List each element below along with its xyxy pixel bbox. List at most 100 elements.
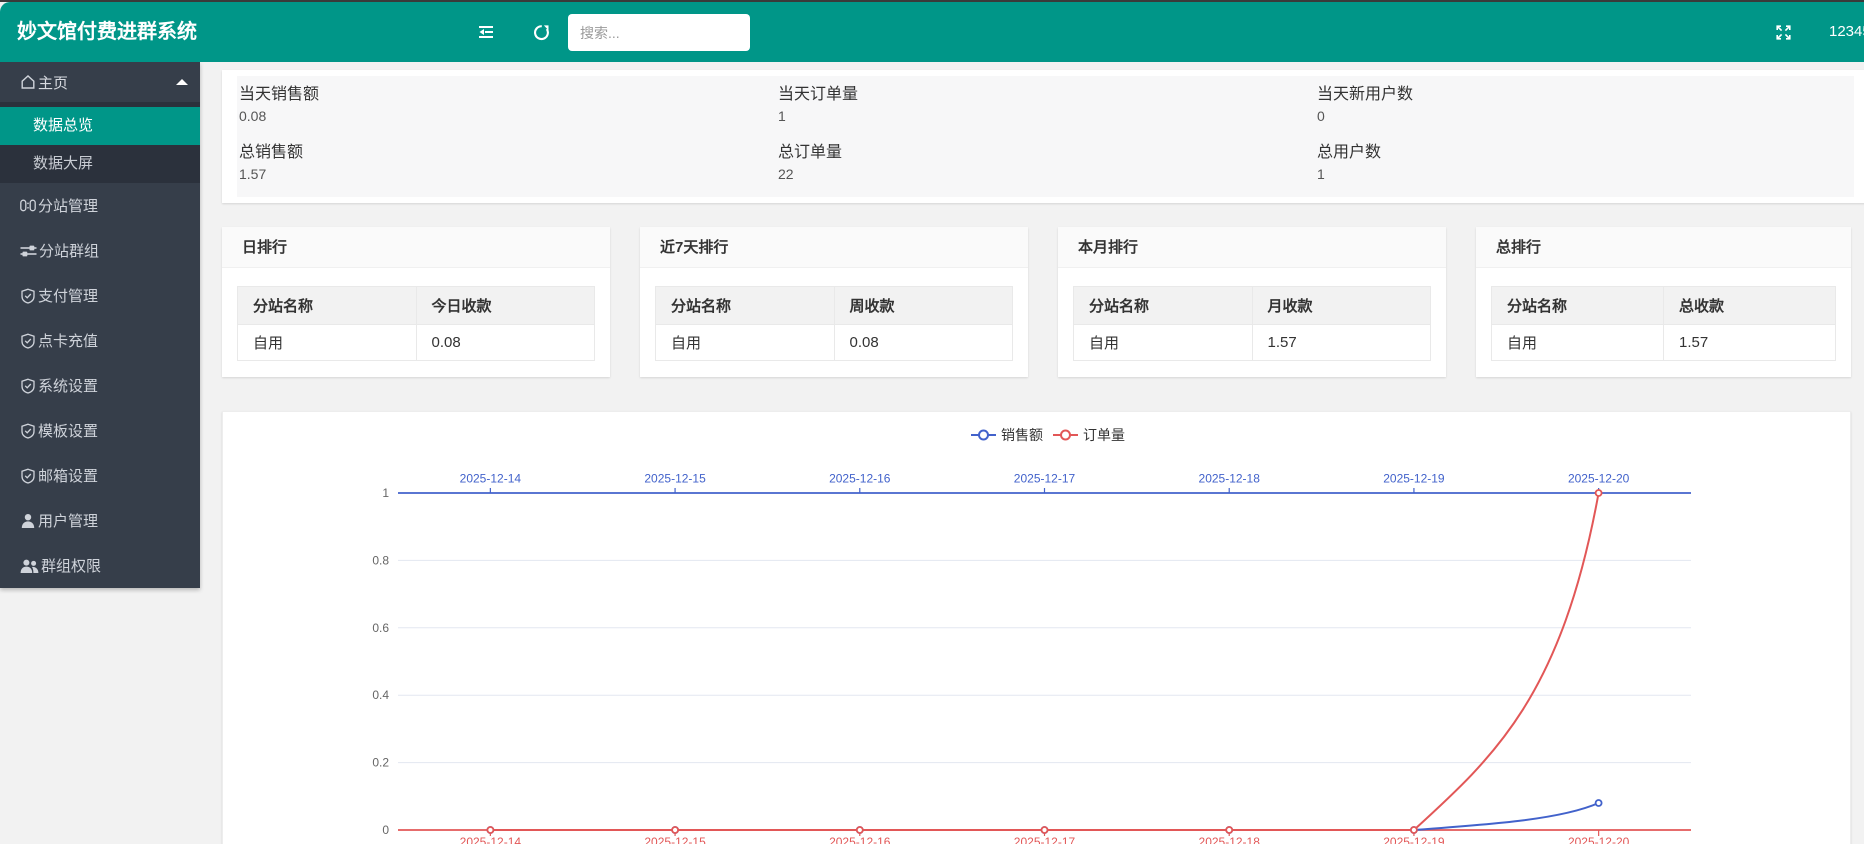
stat-label: 当天新用户数: [1317, 84, 1854, 106]
stat-label: 当天订单量: [778, 84, 1315, 106]
search-box: [568, 14, 750, 51]
sidebar-item-home[interactable]: 主页: [0, 62, 200, 102]
ranking-amount: 0.08: [416, 325, 595, 361]
stat-value: 22: [778, 164, 1315, 184]
sidebar-item-label: 分站群组: [39, 240, 99, 261]
stats-col-sales: 当天销售额 0.08 总销售额 1.57: [237, 76, 776, 197]
app-title: 妙文馆付费进群系统: [17, 2, 217, 62]
sidebar-submenu: 数据总览 数据大屏: [0, 102, 200, 183]
sidebar-item-substation-manage[interactable]: 分站管理: [0, 183, 200, 228]
svg-text:2025-12-18: 2025-12-18: [1199, 472, 1261, 486]
sidebar-item-substation-groups[interactable]: 分站群组: [0, 228, 200, 273]
shield-check-icon: [20, 378, 36, 394]
ranking-cards: 日排行分站名称今日收款自用0.08近7天排行分站名称周收款自用0.08本月排行分…: [222, 227, 1851, 377]
stat-label: 总用户数: [1317, 142, 1854, 164]
sidebar-item-data-overview[interactable]: 数据总览: [0, 107, 200, 145]
stat-value: 1: [778, 106, 1315, 126]
ranking-site-name: 自用: [1074, 325, 1253, 361]
ranking-card-body: 分站名称今日收款自用0.08: [222, 268, 610, 376]
ranking-card-body: 分站名称总收款自用1.57: [1476, 268, 1851, 376]
svg-text:2025-12-15: 2025-12-15: [644, 835, 706, 844]
ranking-card-body: 分站名称周收款自用0.08: [640, 268, 1028, 376]
stat-value: 0: [1317, 106, 1854, 126]
svg-text:2025-12-15: 2025-12-15: [644, 472, 706, 486]
svg-text:0: 0: [382, 823, 389, 837]
stat-label: 总销售额: [239, 142, 776, 164]
table-row[interactable]: 自用1.57: [1074, 325, 1431, 361]
svg-text:0.2: 0.2: [372, 756, 389, 770]
svg-text:2025-12-16: 2025-12-16: [829, 835, 891, 844]
svg-text:2025-12-17: 2025-12-17: [1014, 835, 1076, 844]
sidebar-item-system-settings[interactable]: 系统设置: [0, 363, 200, 408]
ranking-col-name: 分站名称: [238, 287, 417, 325]
sidebar-item-payment-manage[interactable]: 支付管理: [0, 273, 200, 318]
sidebar-item-card-recharge[interactable]: 点卡充值: [0, 318, 200, 363]
ranking-amount: 1.57: [1252, 325, 1431, 361]
svg-text:2025-12-14: 2025-12-14: [460, 835, 522, 844]
ranking-card-total: 总排行分站名称总收款自用1.57: [1476, 227, 1851, 377]
sidebar-item-label: 点卡充值: [38, 330, 98, 351]
ranking-card-title: 本月排行: [1058, 227, 1446, 268]
sidebar-item-label: 群组权限: [41, 555, 101, 576]
window-top-edge: [0, 0, 1864, 2]
ranking-amount: 1.57: [1664, 325, 1836, 361]
sidebar-item-data-screen[interactable]: 数据大屏: [0, 145, 200, 183]
sidebar-item-group-permissions[interactable]: 群组权限: [0, 543, 200, 588]
svg-text:2025-12-18: 2025-12-18: [1199, 835, 1261, 844]
ranking-site-name: 自用: [238, 325, 417, 361]
collapse-menu-icon[interactable]: [466, 2, 506, 62]
ranking-card-week: 近7天排行分站名称周收款自用0.08: [640, 227, 1028, 377]
table-row[interactable]: 自用1.57: [1492, 325, 1836, 361]
users-icon: [20, 559, 39, 573]
sidebar-item-label: 系统设置: [38, 375, 98, 396]
ranking-col-name: 分站名称: [1492, 287, 1664, 325]
stats-col-orders: 当天订单量 1 总订单量 22: [776, 76, 1315, 197]
ranking-col-name: 分站名称: [1074, 287, 1253, 325]
svg-text:2025-12-20: 2025-12-20: [1568, 835, 1630, 844]
ranking-card-body: 分站名称月收款自用1.57: [1058, 268, 1446, 376]
shield-check-icon: [20, 333, 36, 349]
stat-value: 0.08: [239, 106, 776, 126]
ranking-amount: 0.08: [834, 325, 1013, 361]
ranking-site-name: 自用: [1492, 325, 1664, 361]
stat-label: 总订单量: [778, 142, 1315, 164]
table-row[interactable]: 自用0.08: [656, 325, 1013, 361]
svg-text:0.4: 0.4: [372, 688, 389, 702]
sidebar-item-template-settings[interactable]: 模板设置: [0, 408, 200, 453]
svg-text:2025-12-16: 2025-12-16: [829, 472, 891, 486]
svg-text:2025-12-19: 2025-12-19: [1383, 472, 1445, 486]
shield-check-icon: [20, 423, 36, 439]
ranking-card-title: 日排行: [222, 227, 610, 268]
ranking-card-title: 总排行: [1476, 227, 1851, 268]
table-row[interactable]: 自用0.08: [238, 325, 595, 361]
sidebar-item-mail-settings[interactable]: 邮箱设置: [0, 453, 200, 498]
sidebar: 主页 数据总览 数据大屏 分站管理分站群组支付管理点卡充值系统设置模板设置邮箱设…: [0, 62, 200, 588]
ranking-col-amount: 月收款: [1252, 287, 1431, 325]
sidebar-item-label: 用户管理: [38, 510, 98, 531]
ranking-col-amount: 周收款: [834, 287, 1013, 325]
svg-text:2025-12-20: 2025-12-20: [1568, 472, 1630, 486]
fullscreen-icon[interactable]: [1763, 2, 1803, 62]
search-input[interactable]: [568, 14, 750, 51]
stat-label: 当天销售额: [239, 84, 776, 106]
ranking-card-month: 本月排行分站名称月收款自用1.57: [1058, 227, 1446, 377]
svg-text:1: 1: [382, 486, 389, 500]
sidebar-item-label: 分站管理: [38, 195, 98, 216]
sliders-icon: [20, 244, 37, 258]
ranking-col-name: 分站名称: [656, 287, 835, 325]
ranking-card-daily: 日排行分站名称今日收款自用0.08: [222, 227, 610, 377]
header: 妙文馆付费进群系统 12345: [0, 2, 1864, 62]
refresh-icon[interactable]: [520, 2, 560, 62]
username[interactable]: 12345: [1829, 2, 1864, 62]
chart-card: 销售额订单量 00.20.40.60.812025-12-142025-12-1…: [222, 411, 1851, 844]
home-icon: [20, 74, 36, 90]
svg-text:2025-12-19: 2025-12-19: [1383, 835, 1445, 844]
stat-value: 1.57: [239, 164, 776, 184]
ranking-card-title: 近7天排行: [640, 227, 1028, 268]
user-icon: [20, 513, 36, 528]
sidebar-item-user-manage[interactable]: 用户管理: [0, 498, 200, 543]
sidebar-item-label: 邮箱设置: [38, 465, 98, 486]
sidebar-item-label: 主页: [38, 72, 68, 93]
svg-text:2025-12-14: 2025-12-14: [460, 472, 522, 486]
ranking-site-name: 自用: [656, 325, 835, 361]
